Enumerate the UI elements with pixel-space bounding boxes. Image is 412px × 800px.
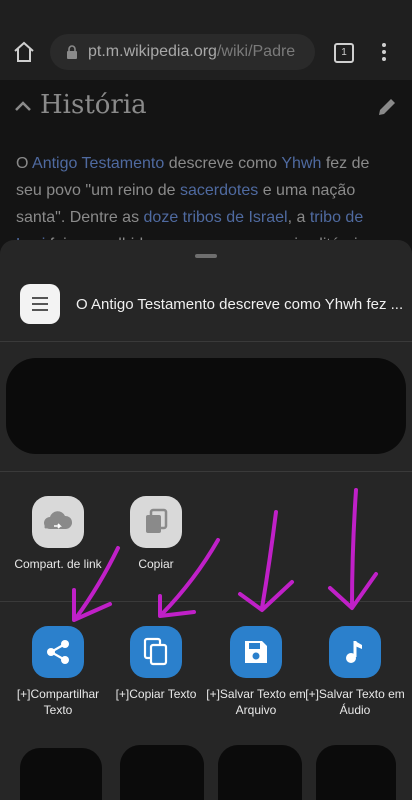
shared-text-preview: O Antigo Testamento descreve como Yhwh f… [76, 296, 404, 313]
app-label: [+]Salvar Texto em Áudio [305, 687, 405, 717]
address-bar[interactable]: pt.m.wikipedia.org/wiki/Padre [50, 34, 315, 70]
cloud-link-icon [44, 511, 73, 529]
chevron-up-icon[interactable] [14, 100, 32, 112]
share-target-compartilhar-texto[interactable]: [+]Compartilhar Texto [8, 626, 108, 718]
article-text: O [16, 155, 33, 172]
article-text: , a [287, 209, 310, 226]
edit-icon[interactable] [376, 96, 398, 118]
home-icon[interactable] [12, 40, 36, 64]
share-target-salvar-arquivo[interactable]: [+]Salvar Texto em Arquivo [206, 626, 306, 718]
share-target-link-share[interactable]: Compart. de link [8, 496, 108, 572]
article-link[interactable]: doze tribos de Israel [144, 209, 288, 226]
tab-switcher-button[interactable]: 1 [334, 43, 354, 63]
app-label: [+]Copiar Texto [115, 687, 197, 701]
copy-icon [146, 508, 168, 533]
lock-icon [67, 45, 77, 59]
drag-handle[interactable] [195, 254, 217, 258]
url-path: /wiki/Padre [216, 43, 296, 60]
redaction-scribble [218, 745, 302, 800]
article-text: descreve como [164, 155, 282, 172]
share-target-copy[interactable]: Copiar [106, 496, 206, 572]
redaction-scribble [20, 748, 102, 800]
app-label: [+]Salvar Texto em Arquivo [206, 687, 306, 717]
share-sheet: O Antigo Testamento descreve como Yhwh f… [0, 240, 412, 800]
url-text: pt.m.wikipedia.org/wiki/Padre [88, 43, 295, 61]
browser-toolbar: pt.m.wikipedia.org/wiki/Padre 1 [0, 0, 412, 80]
app-label: [+]Compartilhar Texto [16, 687, 100, 717]
share-target-copiar-texto[interactable]: [+]Copiar Texto [106, 626, 206, 702]
save-icon [245, 641, 267, 663]
share-target-salvar-audio[interactable]: [+]Salvar Texto em Áudio [305, 626, 405, 718]
redaction-scribble [6, 358, 406, 454]
tab-count: 1 [341, 47, 347, 58]
redaction-scribble [120, 745, 204, 800]
share-icon [47, 640, 69, 664]
text-document-icon [20, 284, 60, 324]
divider [0, 471, 412, 472]
app-label: Copiar [138, 557, 174, 571]
music-note-icon [346, 641, 362, 663]
article-link[interactable]: Yhwh [281, 155, 321, 172]
article-link[interactable]: Antigo Testamento [32, 155, 164, 172]
divider [0, 601, 412, 602]
url-host: pt.m.wikipedia.org [88, 43, 217, 60]
app-label: Compart. de link [14, 557, 102, 571]
redaction-scribble [316, 745, 396, 800]
more-menu-icon[interactable] [381, 42, 387, 62]
section-title: História [40, 90, 147, 120]
article-link[interactable]: sacerdotes [180, 182, 258, 199]
copy-icon [143, 637, 168, 666]
divider [0, 341, 412, 342]
